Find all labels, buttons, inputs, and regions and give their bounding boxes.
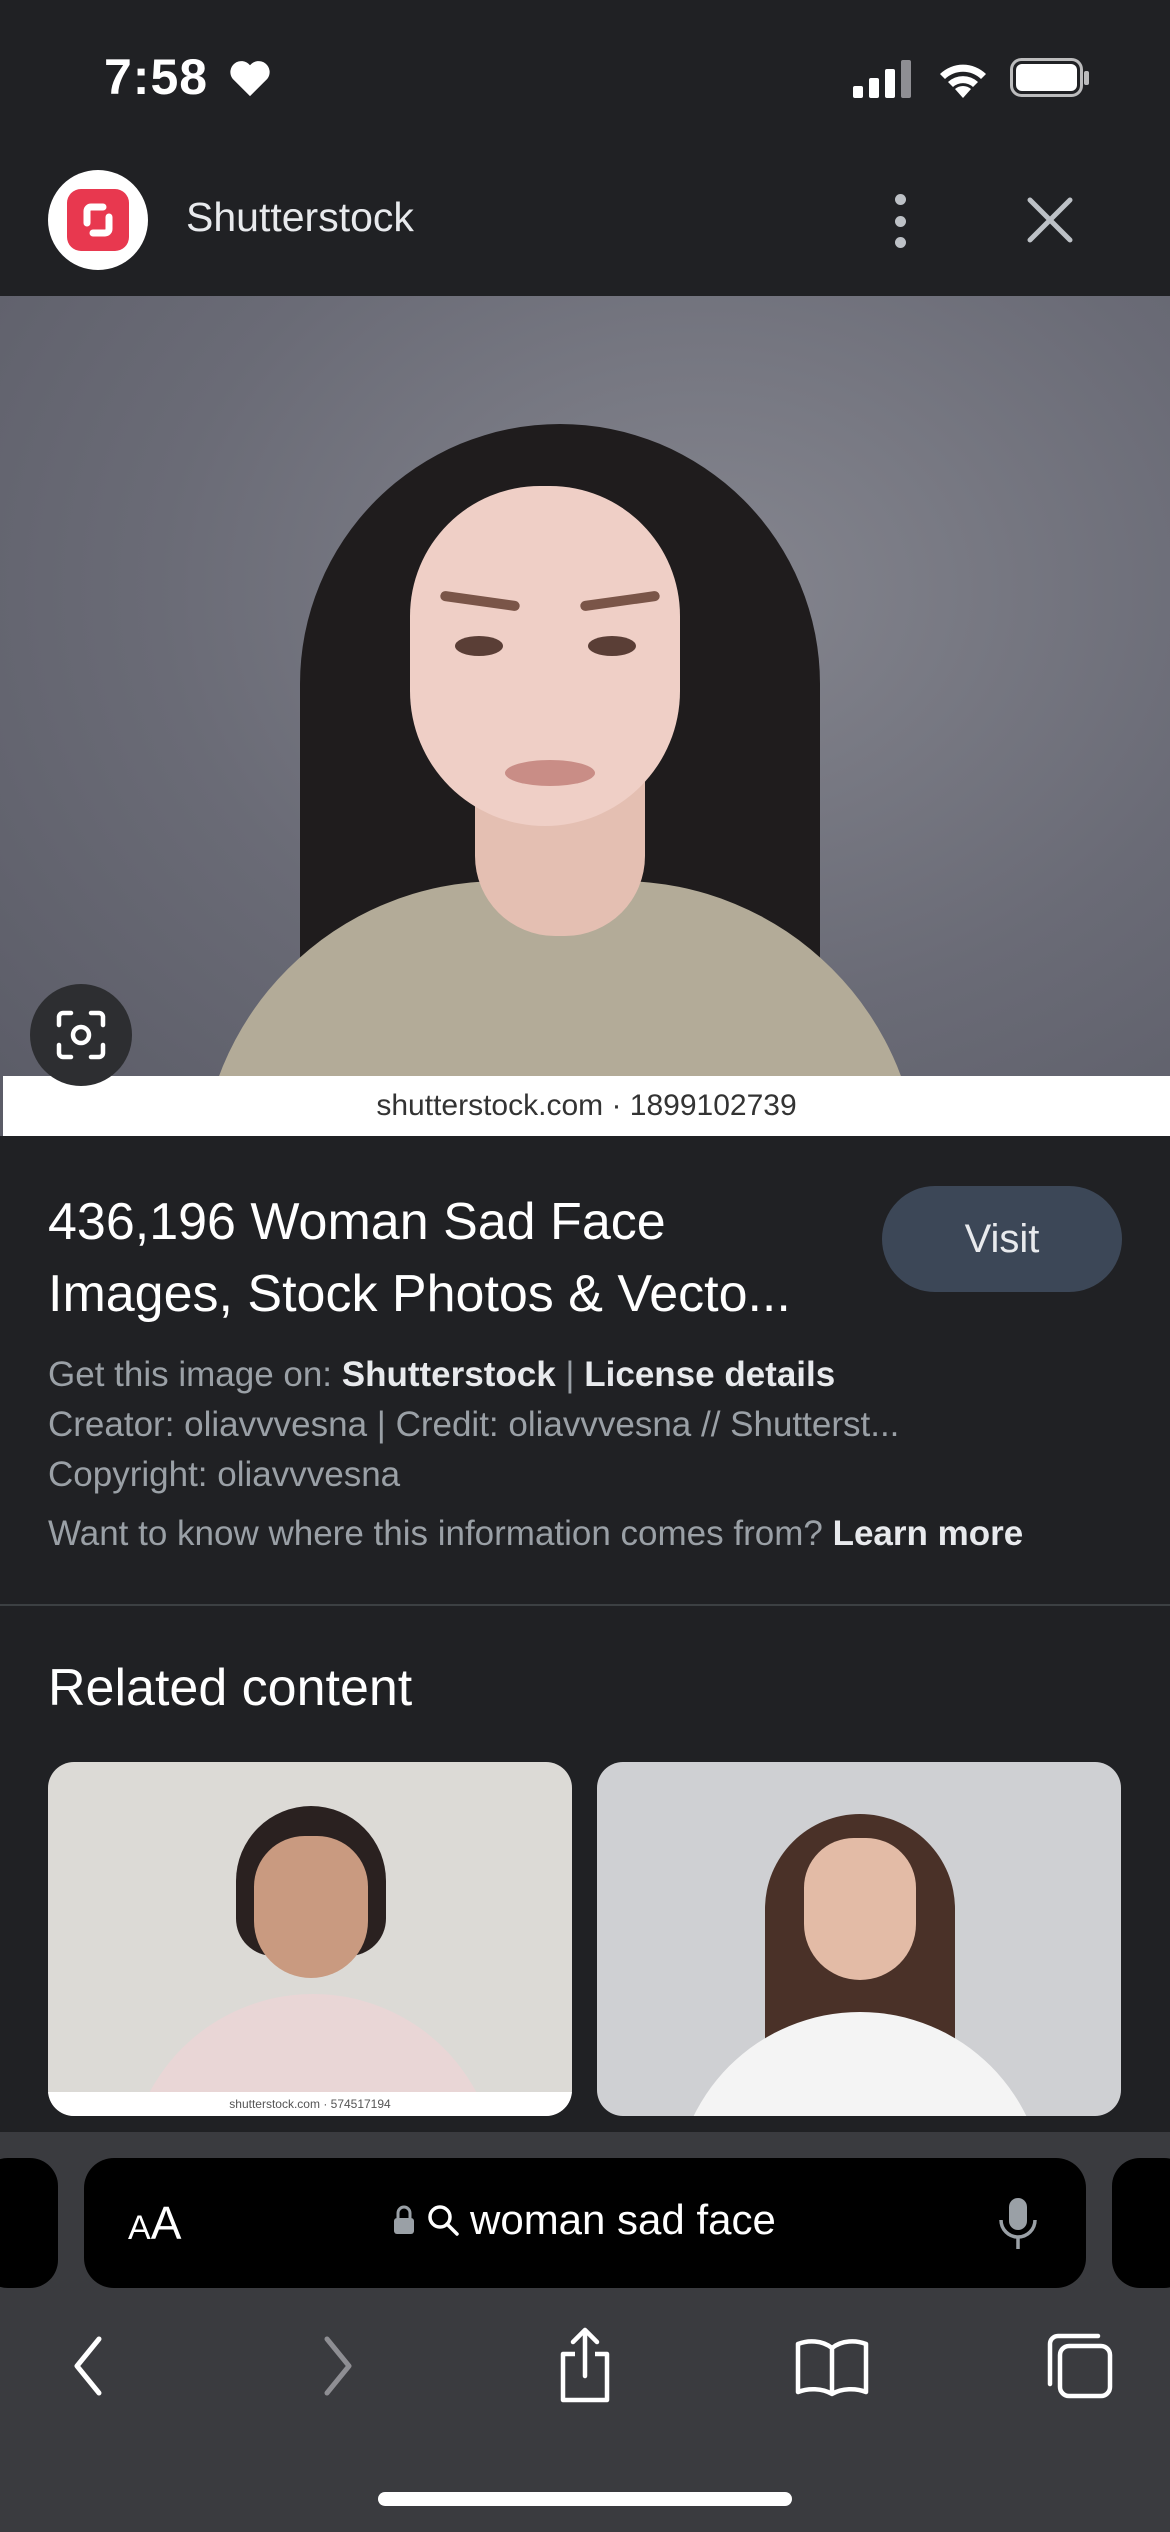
status-time: 7:58 bbox=[104, 49, 209, 105]
learn-more-line: Want to know where this information come… bbox=[48, 1514, 1023, 1554]
learn-more-link[interactable]: Learn more bbox=[833, 1514, 1024, 1553]
forward-icon[interactable] bbox=[298, 2326, 378, 2406]
image-watermark-strip: shutterstock.com · 1899102739 bbox=[3, 1076, 1170, 1136]
aa-small: A bbox=[128, 2209, 151, 2247]
aa-large: A bbox=[150, 2197, 182, 2249]
battery-icon bbox=[1010, 58, 1090, 103]
search-icon bbox=[428, 2205, 459, 2236]
mic-icon[interactable] bbox=[996, 2194, 1040, 2259]
creator-line: Creator: oliavvvesna | Credit: oliavvves… bbox=[48, 1405, 900, 1444]
separator: | bbox=[555, 1355, 585, 1394]
visit-button[interactable]: Visit bbox=[882, 1186, 1122, 1292]
back-icon[interactable] bbox=[48, 2326, 128, 2406]
result-title-line2: Images, Stock Photos & Vecto... bbox=[48, 1265, 791, 1323]
shutterstock-logo[interactable] bbox=[48, 170, 148, 270]
home-indicator bbox=[378, 2492, 792, 2506]
bookmarks-icon[interactable] bbox=[792, 2326, 872, 2406]
image-watermark: shutterstock.com · 1899102739 bbox=[376, 1089, 797, 1122]
reader-aa-button[interactable]: AA bbox=[128, 2196, 181, 2250]
address-field[interactable]: woman sad face bbox=[392, 2196, 776, 2244]
copyright-line: Copyright: oliavvvesna bbox=[48, 1455, 401, 1494]
result-title[interactable]: 436,196 Woman Sad Face Images, Stock Pho… bbox=[48, 1186, 858, 1330]
image-source-line: Get this image on: Shutterstock | Licens… bbox=[48, 1355, 835, 1395]
previous-tab-peek[interactable] bbox=[0, 2158, 58, 2288]
related-thumbnail-2[interactable] bbox=[597, 1762, 1121, 2116]
heart-icon bbox=[228, 58, 272, 103]
more-vert-icon[interactable] bbox=[880, 186, 920, 256]
divider bbox=[0, 1604, 1170, 1606]
signal-icon bbox=[853, 60, 913, 103]
learn-more-prefix: Want to know where this information come… bbox=[48, 1514, 833, 1553]
next-tab-peek[interactable] bbox=[1112, 2158, 1170, 2288]
wifi-icon bbox=[936, 58, 990, 103]
close-icon[interactable] bbox=[1020, 190, 1080, 250]
search-query: woman sad face bbox=[470, 2196, 776, 2243]
thumbnail-watermark: shutterstock.com · 574517194 bbox=[48, 2092, 572, 2116]
license-details-link[interactable]: License details bbox=[584, 1355, 835, 1394]
share-icon[interactable] bbox=[545, 2326, 625, 2406]
main-image[interactable] bbox=[0, 296, 1170, 1136]
source-name[interactable]: Shutterstock bbox=[186, 194, 414, 241]
get-image-prefix: Get this image on: bbox=[48, 1355, 342, 1394]
tabs-icon[interactable] bbox=[1040, 2326, 1120, 2406]
lock-icon bbox=[394, 2205, 414, 2234]
result-title-line1: 436,196 Woman Sad Face bbox=[48, 1193, 666, 1251]
related-content-heading: Related content bbox=[48, 1659, 413, 1717]
related-thumbnail-1[interactable]: shutterstock.com · 574517194 bbox=[48, 1762, 572, 2116]
source-link[interactable]: Shutterstock bbox=[342, 1355, 556, 1394]
lens-icon[interactable] bbox=[30, 984, 132, 1086]
